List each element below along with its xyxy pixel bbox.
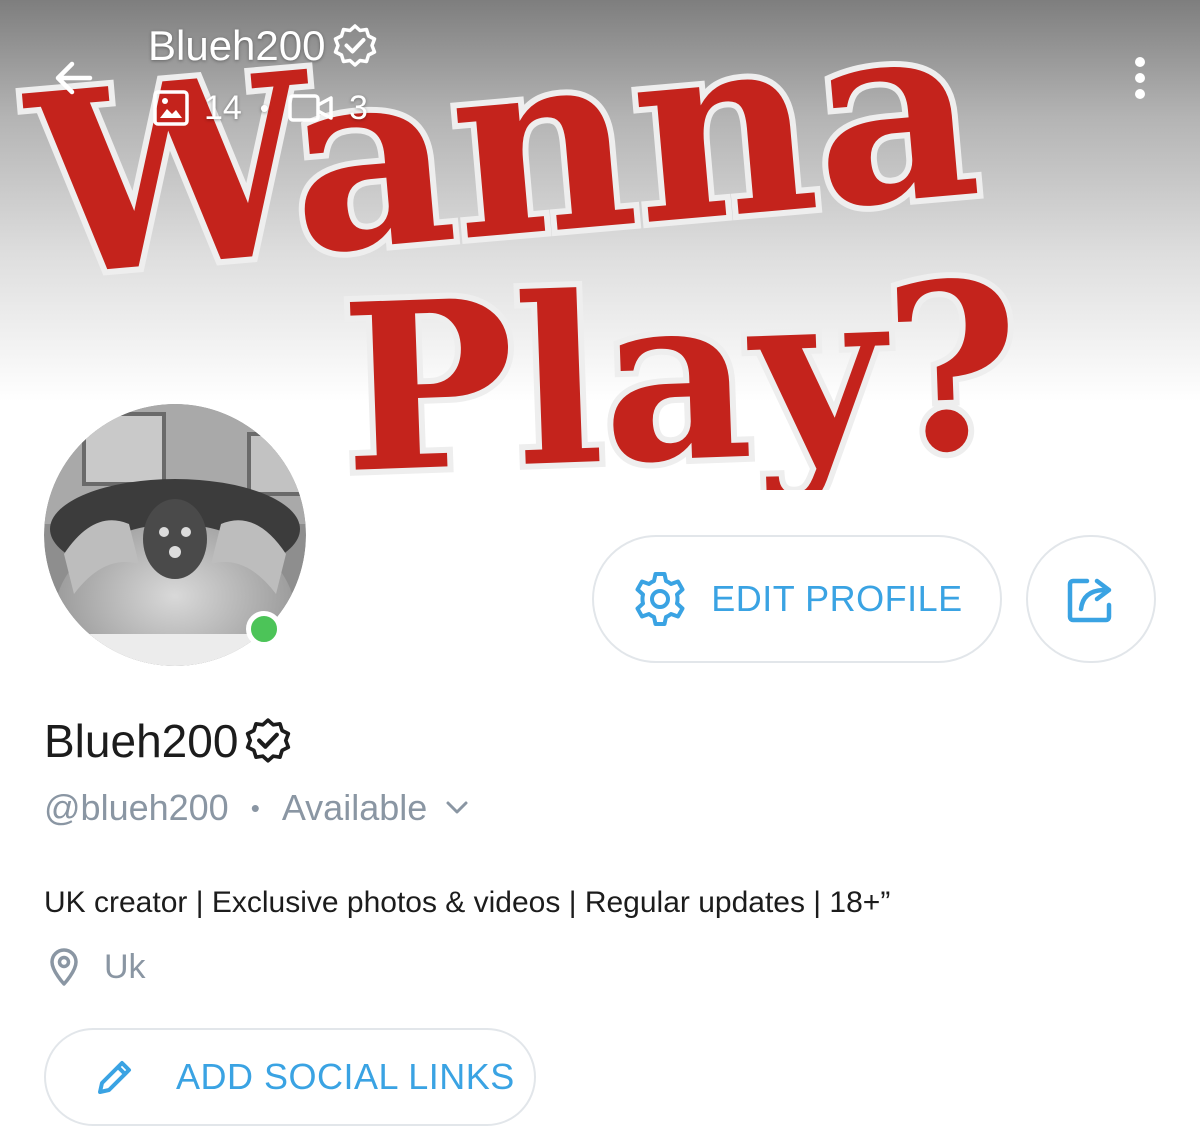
edit-profile-button[interactable]: EDIT PROFILE <box>592 535 1002 663</box>
cover-text-line2: Play? <box>337 231 1024 490</box>
verified-badge-icon <box>333 24 376 67</box>
edit-profile-label: EDIT PROFILE <box>711 578 963 619</box>
video-icon <box>288 94 333 122</box>
username-handle: @blueh200 <box>44 787 229 828</box>
media-stats: 14 • 3 <box>152 86 368 130</box>
profile-bio: UK creator | Exclusive photos & videos |… <box>44 886 891 919</box>
verified-badge-icon <box>246 718 291 763</box>
pencil-icon <box>98 1061 131 1094</box>
location-row: Uk <box>48 944 146 990</box>
photo-stat[interactable]: 14 <box>152 89 242 128</box>
video-count: 3 <box>348 88 368 127</box>
display-name: Blueh200 <box>44 715 239 767</box>
handle-separator: • <box>250 792 260 823</box>
top-bar: Blueh200 14 • 3 <box>0 0 1200 140</box>
chevron-down-icon <box>446 801 468 814</box>
map-pin-icon <box>50 948 78 986</box>
arrow-left-icon <box>55 61 93 95</box>
add-social-links-button[interactable]: ADD SOCIAL LINKS <box>44 1028 536 1126</box>
header-title-row: Blueh200 <box>148 20 378 72</box>
availability-dropdown[interactable]: Available <box>282 787 469 829</box>
gear-icon <box>635 572 685 626</box>
stat-separator: • <box>259 92 269 123</box>
more-options-button[interactable] <box>1116 48 1164 108</box>
online-status-indicator <box>246 611 282 647</box>
handle-row: @blueh200 • Available <box>44 784 469 832</box>
location-text: Uk <box>104 947 146 986</box>
availability-status: Available <box>281 787 428 828</box>
share-button[interactable] <box>1026 535 1156 663</box>
more-vertical-icon <box>1135 57 1145 99</box>
photo-count: 14 <box>204 88 242 127</box>
share-icon <box>1067 578 1112 623</box>
header-title: Blueh200 <box>148 22 326 69</box>
video-stat[interactable]: 3 <box>287 89 368 128</box>
image-icon <box>153 90 189 126</box>
profile-name-row: Blueh200 <box>44 712 292 770</box>
add-social-links-label: ADD SOCIAL LINKS <box>176 1056 515 1097</box>
back-button[interactable] <box>44 48 104 108</box>
